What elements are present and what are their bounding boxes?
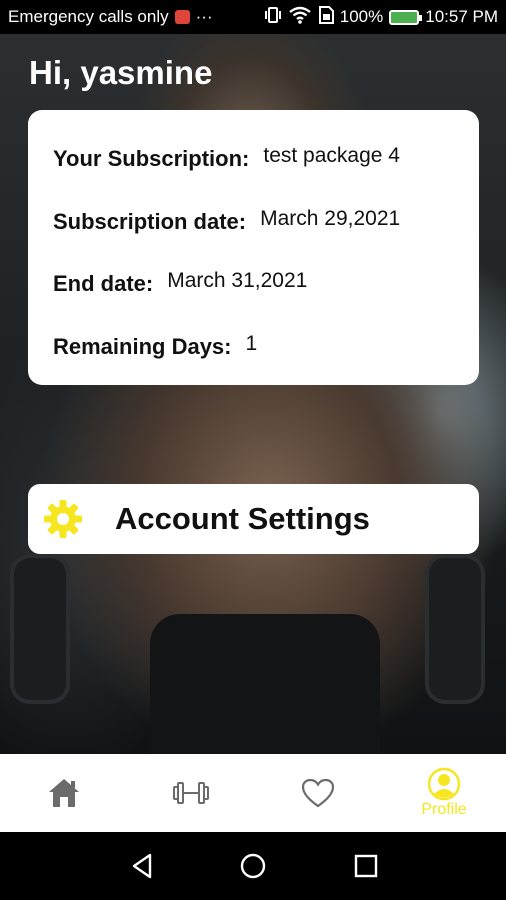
greeting-title: Hi, yasmine (29, 54, 213, 91)
subscription-value: test package 4 (263, 144, 400, 167)
dumbbell-left-image (10, 554, 70, 704)
heart-icon (301, 778, 335, 808)
subscription-date-value: March 29,2021 (260, 207, 401, 230)
sim-icon (318, 5, 334, 29)
account-settings-label: Account Settings (115, 501, 370, 536)
nav-workouts[interactable] (169, 754, 213, 832)
remaining-days-row: Remaining Days: 1 (53, 332, 258, 360)
dumbbell-icon (173, 782, 209, 804)
status-bar: Emergency calls only ··· 100% 10:57 PM (0, 0, 506, 34)
dumbbell-right-image (425, 554, 485, 704)
subscription-row: Your Subscription: test package 4 (53, 144, 400, 172)
back-icon[interactable] (128, 852, 156, 880)
account-settings-button[interactable]: Account Settings (28, 484, 479, 554)
home-icon (49, 779, 79, 807)
end-date-value: March 31,2021 (167, 269, 308, 292)
subscription-date-label: Subscription date: (53, 209, 247, 234)
nav-profile[interactable]: Profile (412, 754, 476, 832)
recents-icon[interactable] (352, 852, 380, 880)
system-navigation-bar (0, 832, 506, 900)
end-date-row: End date: March 31,2021 (53, 269, 308, 297)
home-circle-icon[interactable] (239, 852, 267, 880)
vibrate-icon (264, 6, 282, 28)
subscription-label: Your Subscription: (53, 146, 250, 171)
wifi-icon (288, 6, 312, 29)
battery-icon (389, 9, 423, 25)
remaining-days-label: Remaining Days: (53, 334, 232, 359)
remaining-days-value: 1 (245, 332, 258, 355)
gear-icon (44, 500, 82, 538)
notification-icon (174, 10, 190, 24)
clock: 10:57 PM (425, 7, 498, 26)
more-notifications-icon: ··· (195, 7, 213, 26)
nav-profile-label: Profile (421, 801, 467, 818)
athlete-shorts-image (150, 614, 380, 754)
battery-percent: 100% (339, 7, 384, 26)
subscription-date-row: Subscription date: March 29,2021 (53, 207, 401, 235)
subscription-card: Your Subscription: test package 4 Subscr… (28, 110, 479, 385)
profile-icon (427, 767, 461, 801)
nav-home[interactable] (42, 754, 86, 832)
end-date-label: End date: (53, 271, 154, 296)
bottom-navigation: Profile (0, 754, 506, 832)
nav-favorites[interactable] (296, 754, 340, 832)
carrier-text: Emergency calls only (8, 7, 169, 26)
